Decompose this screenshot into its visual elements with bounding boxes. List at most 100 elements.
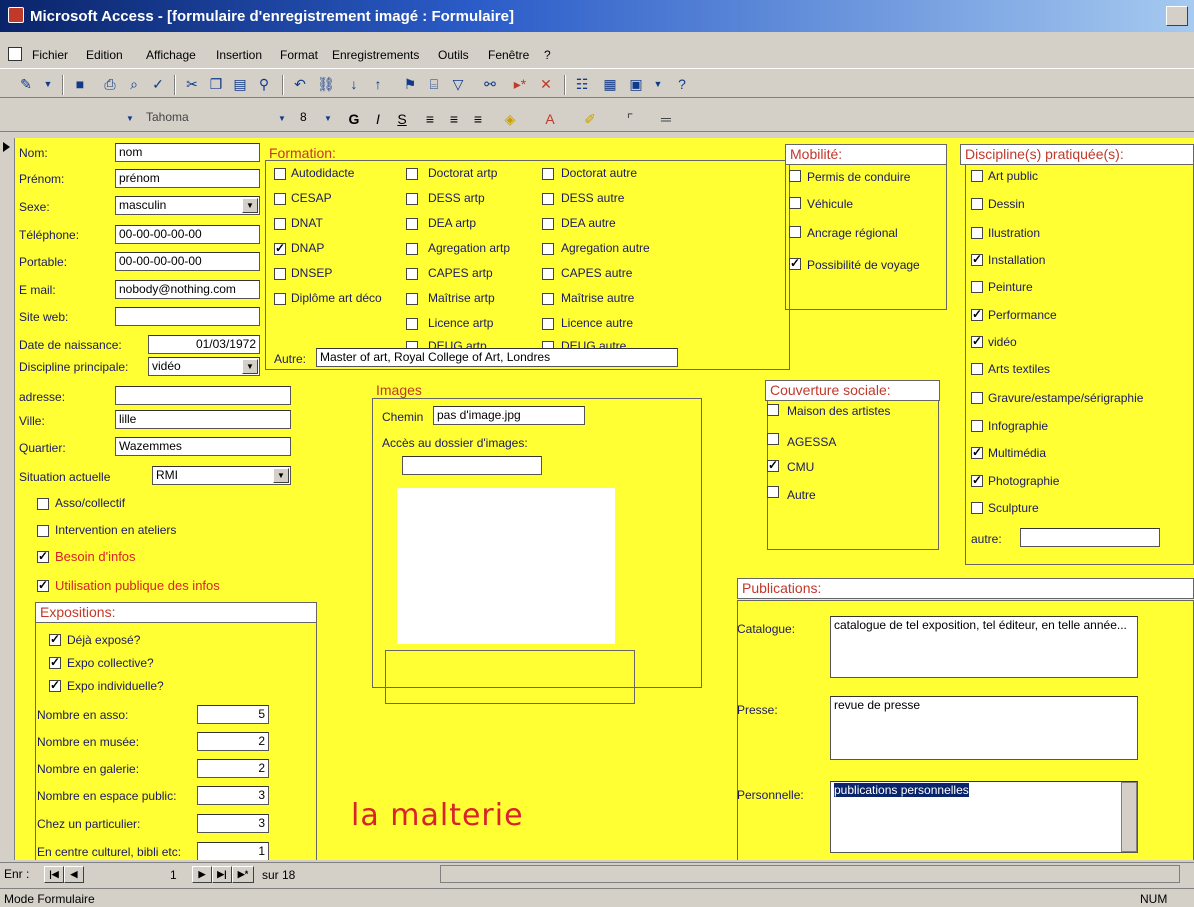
paste-icon[interactable]: ▤: [230, 75, 250, 93]
checkbox-discipline[interactable]: [971, 198, 983, 210]
apply-filter-icon[interactable]: ▽: [448, 75, 468, 93]
checkbox-discipline[interactable]: [971, 473, 983, 487]
checkbox-formation[interactable]: [406, 168, 418, 180]
chevron-down-icon[interactable]: ▼: [38, 75, 58, 93]
object-dropdown-icon[interactable]: ▼: [120, 110, 140, 128]
checkbox-formation[interactable]: [542, 268, 554, 280]
chevron-down-icon[interactable]: ▼: [242, 198, 258, 213]
print-icon[interactable]: ⎙: [100, 75, 120, 93]
checkbox-formation[interactable]: [406, 268, 418, 280]
checkbox-discipline[interactable]: [971, 502, 983, 514]
next-record-button[interactable]: ▶: [192, 866, 212, 883]
current-record-field[interactable]: 1: [170, 868, 177, 882]
sexe-select[interactable]: masculin ▼: [115, 196, 260, 215]
site-field[interactable]: [115, 307, 260, 326]
checkbox-discipline[interactable]: [971, 392, 983, 404]
quartier-field[interactable]: Wazemmes: [115, 437, 291, 456]
form-doc-icon[interactable]: [8, 47, 22, 61]
situation-select[interactable]: RMI ▼: [152, 466, 291, 485]
count-galerie-field[interactable]: 2: [197, 759, 269, 778]
window-control-button[interactable]: [1166, 6, 1188, 26]
checkbox-expo-individuelle[interactable]: [49, 678, 61, 692]
properties-icon[interactable]: ☷: [572, 75, 592, 93]
new-object-icon[interactable]: ▣: [626, 75, 646, 93]
italic-icon[interactable]: I: [368, 110, 388, 128]
checkbox-voyage[interactable]: [789, 256, 801, 270]
menu-insertion[interactable]: Insertion: [216, 48, 262, 62]
adresse-field[interactable]: [115, 386, 291, 405]
menu-enregistrements[interactable]: Enregistrements: [332, 48, 419, 62]
cut-icon[interactable]: ✂: [182, 75, 202, 93]
checkbox-discipline[interactable]: [971, 307, 983, 321]
filter-selection-icon[interactable]: ⚑: [400, 75, 420, 93]
sort-ascending-icon[interactable]: ↓: [344, 75, 364, 93]
fill-color-icon[interactable]: ◈: [500, 110, 520, 128]
first-record-button[interactable]: |◀: [44, 866, 64, 883]
sort-descending-icon[interactable]: ↑: [368, 75, 388, 93]
menu-outils[interactable]: Outils: [438, 48, 469, 62]
line-color-icon[interactable]: ✐: [580, 110, 600, 128]
find-icon[interactable]: ⚯: [480, 75, 500, 93]
checkbox-maison-artistes[interactable]: [767, 404, 779, 416]
count-asso-field[interactable]: 5: [197, 705, 269, 724]
presse-field[interactable]: revue de presse: [830, 696, 1138, 760]
format-painter-icon[interactable]: ⚲: [254, 75, 274, 93]
checkbox-formation[interactable]: [542, 218, 554, 230]
horizontal-scrollbar[interactable]: [440, 865, 1180, 883]
menu-fichier[interactable]: Fichier: [32, 48, 68, 62]
checkbox-agessa[interactable]: [767, 433, 779, 445]
formation-autre-field[interactable]: Master of art, Royal College of Art, Lon…: [316, 348, 678, 367]
checkbox-discipline[interactable]: [971, 252, 983, 266]
font-name-select[interactable]: Tahoma: [146, 110, 189, 124]
design-view-icon[interactable]: ✎: [16, 75, 36, 93]
special-effect-icon[interactable]: ═: [656, 110, 676, 128]
checkbox-formation[interactable]: [274, 241, 286, 255]
checkbox-formation[interactable]: [542, 193, 554, 205]
checkbox-besoin-infos[interactable]: [37, 549, 49, 563]
disciplines-autre-field[interactable]: [1020, 528, 1160, 547]
acces-dossier-field[interactable]: [402, 456, 542, 475]
checkbox-discipline[interactable]: [971, 420, 983, 432]
print-preview-icon[interactable]: ⌕: [124, 75, 144, 93]
checkbox-formation[interactable]: [274, 268, 286, 280]
filter-form-icon[interactable]: ⌸: [424, 75, 444, 93]
checkbox-discipline[interactable]: [971, 170, 983, 182]
save-icon[interactable]: ■: [70, 75, 90, 93]
bold-icon[interactable]: G: [344, 110, 364, 128]
menu-affichage[interactable]: Affichage: [146, 48, 196, 62]
checkbox-utilisation-publique[interactable]: [37, 578, 49, 592]
align-left-icon[interactable]: ≡: [420, 110, 440, 128]
ville-field[interactable]: lille: [115, 410, 291, 429]
help-icon[interactable]: ?: [672, 75, 692, 93]
count-centre-culturel-field[interactable]: 1: [197, 842, 269, 860]
border-width-icon[interactable]: ⌜: [620, 110, 640, 128]
personnelle-scrollbar[interactable]: [1121, 782, 1137, 852]
checkbox-formation[interactable]: [542, 293, 554, 305]
checkbox-formation[interactable]: [542, 243, 554, 255]
database-window-icon[interactable]: ▦: [600, 75, 620, 93]
checkbox-asso[interactable]: [37, 498, 49, 510]
prenom-field[interactable]: prénom: [115, 169, 260, 188]
menu-format[interactable]: Format: [280, 48, 318, 62]
chevron-down-icon[interactable]: ▼: [273, 468, 289, 483]
checkbox-formation[interactable]: [542, 318, 554, 330]
checkbox-formation[interactable]: [406, 218, 418, 230]
personnelle-field[interactable]: publications personnelles: [830, 781, 1138, 853]
align-right-icon[interactable]: ≡: [468, 110, 488, 128]
checkbox-formation[interactable]: [406, 293, 418, 305]
checkbox-expo-collective[interactable]: [49, 655, 61, 669]
font-size-select[interactable]: 8: [300, 110, 307, 124]
checkbox-formation[interactable]: [274, 218, 286, 230]
spelling-icon[interactable]: ✓: [148, 75, 168, 93]
last-record-button[interactable]: ▶|: [212, 866, 232, 883]
checkbox-formation[interactable]: [406, 243, 418, 255]
checkbox-discipline[interactable]: [971, 363, 983, 375]
catalogue-field[interactable]: catalogue de tel exposition, tel éditeur…: [830, 616, 1138, 678]
email-field[interactable]: nobody@nothing.com: [115, 280, 260, 299]
chevron-down-icon[interactable]: ▼: [648, 75, 668, 93]
checkbox-discipline[interactable]: [971, 445, 983, 459]
count-particulier-field[interactable]: 3: [197, 814, 269, 833]
checkbox-formation[interactable]: [406, 318, 418, 330]
align-center-icon[interactable]: ≡: [444, 110, 464, 128]
checkbox-formation[interactable]: [274, 168, 286, 180]
